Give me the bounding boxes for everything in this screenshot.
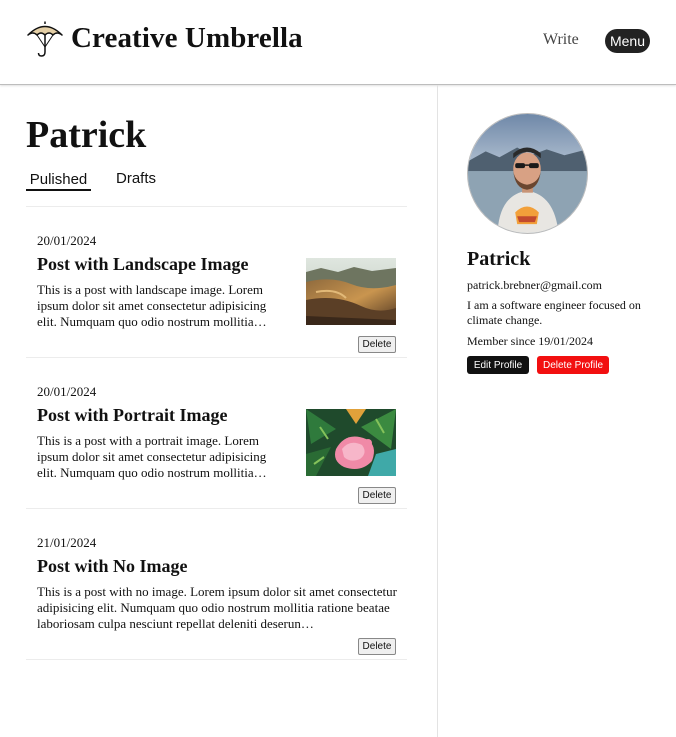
post-date: 21/01/2024 [37, 535, 97, 550]
post-thumbnail-portrait[interactable] [306, 409, 396, 476]
post-date: 20/01/2024 [37, 233, 97, 248]
post-title[interactable]: Post with Portrait Image [37, 405, 227, 426]
profile-bio: I am a software engineer focused on clim… [467, 298, 641, 327]
member-since: Member since 19/01/2024 [467, 334, 593, 348]
tab-drafts[interactable]: Drafts [116, 170, 156, 187]
post-excerpt: This is a post with no image. Lorem ipsu… [37, 584, 397, 631]
site-header: Creative Umbrella Write Menu [0, 0, 676, 85]
post-title[interactable]: Post with No Image [37, 556, 188, 577]
delete-post-button[interactable]: Delete [358, 638, 396, 655]
post-date: 20/01/2024 [37, 384, 97, 399]
delete-post-button[interactable]: Delete [358, 487, 396, 504]
site-brand[interactable]: Creative Umbrella [71, 22, 303, 55]
tab-published[interactable]: Pulished [26, 169, 91, 191]
delete-profile-button[interactable]: Delete Profile [537, 356, 609, 374]
edit-profile-button[interactable]: Edit Profile [467, 356, 529, 374]
post-title[interactable]: Post with Landscape Image [37, 254, 249, 275]
page-title: Patrick [26, 114, 147, 156]
profile-email: patrick.brebner@gmail.com [467, 278, 602, 292]
post-thumbnail-landscape[interactable] [306, 258, 396, 325]
profile-name: Patrick [467, 248, 531, 270]
column-divider [437, 85, 438, 737]
post-excerpt: This is a post with a portrait image. Lo… [37, 433, 267, 480]
post-card[interactable]: 20/01/2024 Post with Portrait Image This… [26, 358, 407, 509]
delete-post-button[interactable]: Delete [358, 336, 396, 353]
menu-button[interactable]: Menu [605, 29, 650, 53]
avatar [467, 113, 588, 234]
post-card[interactable]: 20/01/2024 Post with Landscape Image Thi… [26, 207, 407, 358]
write-link[interactable]: Write [543, 31, 579, 49]
post-excerpt: This is a post with landscape image. Lor… [37, 282, 267, 329]
post-card[interactable]: 21/01/2024 Post with No Image This is a … [26, 509, 407, 660]
umbrella-icon[interactable] [26, 20, 64, 58]
